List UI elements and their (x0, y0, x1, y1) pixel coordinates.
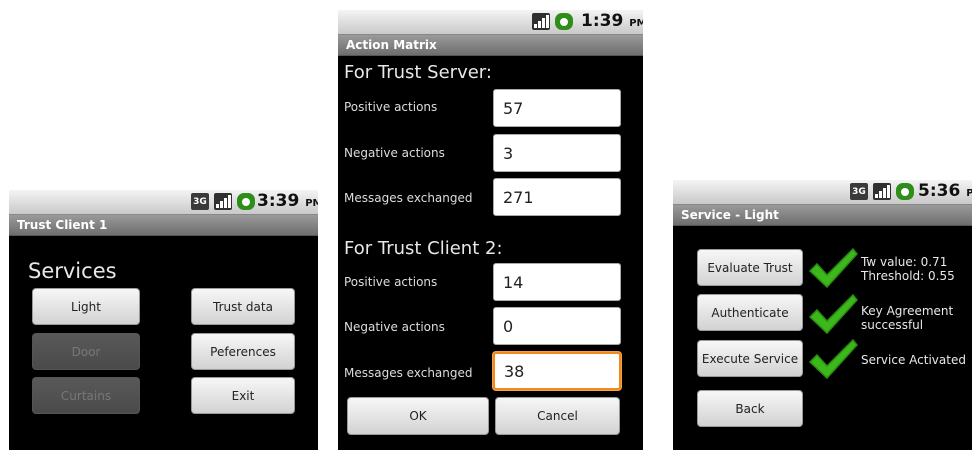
server-negative-label: Negative actions (344, 146, 445, 160)
check-icon (808, 293, 858, 335)
preferences-button[interactable]: Peferences (191, 333, 295, 370)
app-title: Trust Client 1 (9, 215, 318, 236)
evaluate-trust-button[interactable]: Evaluate Trust (697, 249, 803, 286)
service-result-text: Service Activated (861, 353, 966, 367)
server-messages-field[interactable]: 271 (493, 178, 621, 216)
door-button[interactable]: Door (32, 333, 140, 370)
check-icon (808, 338, 858, 380)
screen-service-light: 3G 5:36 PM Service - Light Evaluate Trus… (673, 180, 972, 450)
client-positive-field[interactable]: 14 (493, 263, 621, 301)
app-title: Service - Light (673, 205, 972, 226)
ok-button[interactable]: OK (347, 397, 489, 435)
3g-icon: 3G (850, 183, 868, 200)
server-positive-field[interactable]: 57 (493, 89, 621, 127)
3g-icon: 3G (191, 193, 209, 210)
no-sim-signal-icon (532, 13, 550, 30)
auth-result-text: Key Agreement successful (861, 304, 954, 332)
status-bar: 3G 5:36 PM (673, 180, 972, 205)
client-positive-label: Positive actions (344, 275, 438, 289)
signal-icon (873, 183, 891, 200)
light-button[interactable]: Light (32, 288, 140, 325)
client-negative-label: Negative actions (344, 320, 445, 334)
trust-data-button[interactable]: Trust data (191, 288, 295, 325)
battery-icon (555, 13, 573, 30)
app-title: Action Matrix (338, 35, 643, 56)
client-heading: For Trust Client 2: (344, 238, 503, 259)
battery-icon (896, 183, 914, 200)
status-bar: 3G 3:39 PM (9, 190, 318, 215)
curtains-button[interactable]: Curtains (32, 377, 140, 414)
client-messages-field[interactable]: 38 (493, 352, 621, 390)
client-messages-label: Messages exchanged (344, 366, 473, 380)
screen-action-matrix: 1:39 PM Action Matrix For Trust Server: … (338, 10, 643, 450)
server-messages-label: Messages exchanged (344, 191, 473, 205)
server-positive-label: Positive actions (344, 100, 438, 114)
server-heading: For Trust Server: (344, 62, 492, 83)
signal-icon (214, 193, 232, 210)
screen-trust-client: 3G 3:39 PM Trust Client 1 Services Light… (9, 190, 318, 450)
back-button[interactable]: Back (697, 390, 803, 427)
battery-icon (237, 193, 255, 210)
client-negative-field[interactable]: 0 (493, 307, 621, 345)
execute-service-button[interactable]: Execute Service (697, 340, 803, 377)
trust-result-text: Tw value: 0.71 Threshold: 0.55 (861, 255, 955, 283)
cancel-button[interactable]: Cancel (495, 397, 620, 435)
status-clock: 5:36 PM (918, 181, 972, 201)
status-clock: 3:39 PM (257, 191, 318, 211)
check-icon (808, 247, 858, 289)
status-bar: 1:39 PM (338, 10, 643, 35)
server-negative-field[interactable]: 3 (493, 134, 621, 172)
services-heading: Services (28, 259, 117, 283)
authenticate-button[interactable]: Authenticate (697, 294, 803, 331)
exit-button[interactable]: Exit (191, 377, 295, 414)
status-clock: 1:39 PM (581, 11, 643, 31)
